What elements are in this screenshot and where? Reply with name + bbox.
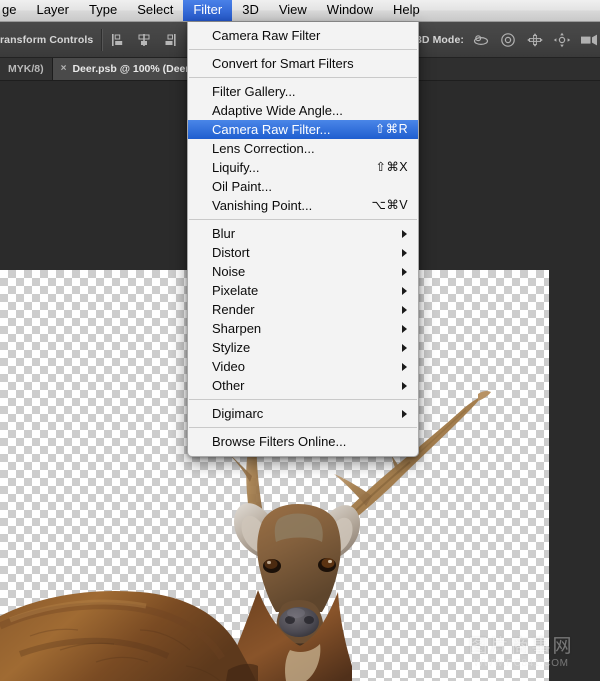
options-bar-right-group: 3D Mode:	[398, 29, 600, 51]
document-tab-deer-label: Deer.psb @ 100% (Deer,	[72, 63, 191, 75]
roll-3d-icon[interactable]	[499, 32, 517, 48]
menu-item-camera-raw-filter-label: Camera Raw Filter...	[212, 120, 330, 139]
menu-item-camera-raw-filter-shortcut: ⇧⌘R	[357, 120, 408, 139]
menu-item-noise-label: Noise	[212, 262, 245, 281]
menu-item-filter-gallery[interactable]: Filter Gallery...	[188, 82, 418, 101]
submenu-arrow-icon	[402, 287, 407, 295]
threed-mode-label: 3D Mode:	[416, 34, 464, 46]
menu-item-liquify-shortcut: ⇧⌘X	[357, 158, 408, 177]
menu-separator	[189, 77, 417, 78]
menu-item-vanishing-point-label: Vanishing Point...	[212, 196, 312, 215]
menu-item-browse-filters-online[interactable]: Browse Filters Online...	[188, 432, 418, 451]
menu-item-filter-gallery-label: Filter Gallery...	[212, 82, 296, 101]
scale-3d-icon[interactable]	[580, 32, 598, 48]
menu-item-render[interactable]: Render	[188, 300, 418, 319]
menu-item-digimarc[interactable]: Digimarc	[188, 404, 418, 423]
roll-3d-glyph	[499, 32, 517, 48]
drag-3d-glyph	[526, 32, 544, 48]
menu-item-liquify-label: Liquify...	[212, 158, 259, 177]
align-right-edges-icon[interactable]	[161, 33, 177, 47]
menu-item-adaptive-wide-angle-label: Adaptive Wide Angle...	[212, 101, 343, 120]
menubar-item-help[interactable]: Help	[383, 0, 430, 21]
photoshop-window: ge Layer Type Select Filter 3D View Wind…	[0, 0, 600, 681]
scale-3d-glyph	[580, 32, 598, 48]
menubar-item-3d[interactable]: 3D	[232, 0, 269, 21]
menu-item-convert-for-smart-filters-label: Convert for Smart Filters	[212, 54, 354, 73]
submenu-arrow-icon	[402, 306, 407, 314]
submenu-arrow-icon	[402, 410, 407, 418]
menu-item-blur[interactable]: Blur	[188, 224, 418, 243]
menu-item-vanishing-point[interactable]: Vanishing Point... ⌥⌘V	[188, 196, 418, 215]
menu-item-blur-label: Blur	[212, 224, 235, 243]
menubar-item-type[interactable]: Type	[79, 0, 127, 21]
drag-3d-icon[interactable]	[526, 32, 544, 48]
menu-item-vanishing-point-shortcut: ⌥⌘V	[354, 196, 408, 215]
filter-dropdown-menu[interactable]: Camera Raw Filter Convert for Smart Filte…	[187, 22, 419, 457]
submenu-arrow-icon	[402, 230, 407, 238]
menubar-item-select[interactable]: Select	[127, 0, 183, 21]
menu-item-oil-paint[interactable]: Oil Paint...	[188, 177, 418, 196]
threed-mode-buttons-group	[472, 32, 598, 48]
show-transform-controls-label: ransform Controls	[0, 34, 93, 46]
submenu-arrow-icon	[402, 363, 407, 371]
submenu-arrow-icon	[402, 325, 407, 333]
menu-item-browse-filters-online-label: Browse Filters Online...	[212, 432, 346, 451]
document-tab-previous-label: MYK/8)	[8, 63, 44, 75]
menu-item-noise[interactable]: Noise	[188, 262, 418, 281]
menubar: ge Layer Type Select Filter 3D View Wind…	[0, 0, 600, 22]
menu-item-camera-raw-filter-repeat-label: Camera Raw Filter	[212, 26, 320, 45]
submenu-arrow-icon	[402, 268, 407, 276]
menu-item-camera-raw-filter[interactable]: Camera Raw Filter... ⇧⌘R	[188, 120, 418, 139]
menu-separator	[189, 49, 417, 50]
slide-3d-glyph	[553, 32, 571, 48]
menu-item-stylize-label: Stylize	[212, 338, 250, 357]
document-tab-deer[interactable]: × Deer.psb @ 100% (Deer,	[53, 58, 201, 80]
menubar-item-filter[interactable]: Filter	[183, 0, 232, 21]
options-divider	[101, 29, 103, 51]
menu-item-sharpen-label: Sharpen	[212, 319, 261, 338]
align-horizontal-centers-icon[interactable]	[136, 33, 152, 47]
menubar-item-view[interactable]: View	[269, 0, 317, 21]
menu-separator	[189, 219, 417, 220]
menu-item-pixelate[interactable]: Pixelate	[188, 281, 418, 300]
rotate-3d-icon[interactable]	[472, 32, 490, 48]
menu-item-liquify[interactable]: Liquify... ⇧⌘X	[188, 158, 418, 177]
submenu-arrow-icon	[402, 249, 407, 257]
align-horizontal-centers-glyph	[136, 33, 152, 47]
menu-item-convert-for-smart-filters[interactable]: Convert for Smart Filters	[188, 54, 418, 73]
menu-item-video-label: Video	[212, 357, 245, 376]
menu-item-sharpen[interactable]: Sharpen	[188, 319, 418, 338]
menubar-item-window[interactable]: Window	[317, 0, 383, 21]
menubar-item-layer[interactable]: Layer	[26, 0, 79, 21]
menu-item-other-label: Other	[212, 376, 245, 395]
menu-item-distort[interactable]: Distort	[188, 243, 418, 262]
menu-item-distort-label: Distort	[212, 243, 250, 262]
rotate-3d-glyph	[472, 32, 490, 48]
menu-item-camera-raw-filter-repeat[interactable]: Camera Raw Filter	[188, 26, 418, 45]
menu-item-adaptive-wide-angle[interactable]: Adaptive Wide Angle...	[188, 101, 418, 120]
slide-3d-icon[interactable]	[553, 32, 571, 48]
align-right-edges-glyph	[161, 33, 177, 47]
submenu-arrow-icon	[402, 382, 407, 390]
menu-item-digimarc-label: Digimarc	[212, 404, 263, 423]
menu-separator	[189, 427, 417, 428]
options-bar-left-group: ransform Controls	[0, 22, 202, 57]
menu-item-stylize[interactable]: Stylize	[188, 338, 418, 357]
menu-item-lens-correction[interactable]: Lens Correction...	[188, 139, 418, 158]
menu-item-lens-correction-label: Lens Correction...	[212, 139, 315, 158]
menu-separator	[189, 399, 417, 400]
menu-item-render-label: Render	[212, 300, 255, 319]
close-icon[interactable]: ×	[61, 64, 67, 74]
submenu-arrow-icon	[402, 344, 407, 352]
menu-item-pixelate-label: Pixelate	[212, 281, 258, 300]
document-tab-previous[interactable]: MYK/8)	[0, 58, 53, 80]
menu-item-video[interactable]: Video	[188, 357, 418, 376]
align-left-edges-icon[interactable]	[111, 33, 127, 47]
align-left-edges-glyph	[111, 33, 127, 47]
menu-item-oil-paint-label: Oil Paint...	[212, 177, 272, 196]
menu-item-other[interactable]: Other	[188, 376, 418, 395]
menubar-item-image[interactable]: ge	[0, 0, 26, 21]
